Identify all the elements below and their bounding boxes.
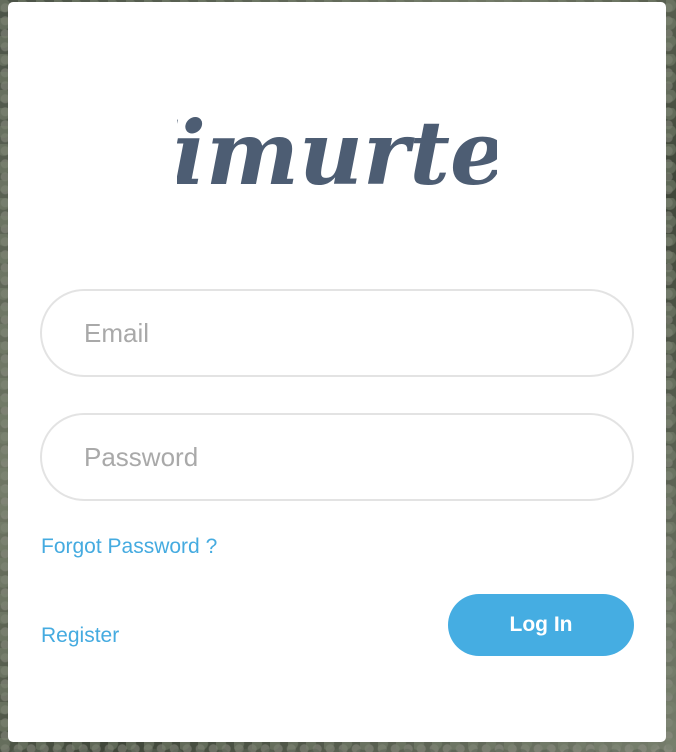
timurtek-logo: Timurtek — [8, 84, 666, 214]
login-button[interactable]: Log In — [448, 594, 634, 656]
email-input[interactable] — [40, 289, 634, 377]
password-input[interactable] — [40, 413, 634, 501]
forgot-password-link[interactable]: Forgot Password ? — [41, 535, 217, 559]
login-card: Timurtek Forgot Password ? Register Log … — [8, 2, 666, 742]
logo-script: Timurtek — [177, 101, 497, 205]
register-link[interactable]: Register — [41, 624, 119, 648]
logo-text: Timurtek — [177, 101, 497, 205]
